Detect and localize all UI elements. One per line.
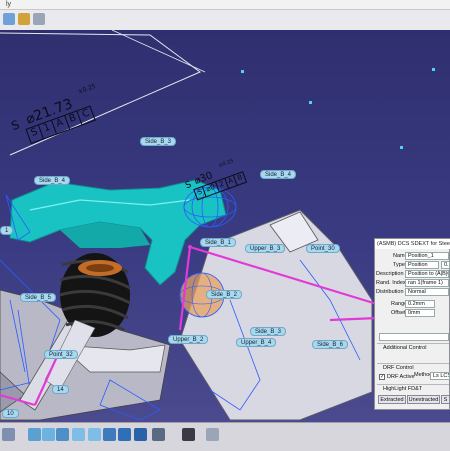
distribution-select[interactable]: Normal xyxy=(405,288,449,296)
gdt-symbol-s: S xyxy=(9,117,22,134)
gear-icon[interactable] xyxy=(33,13,45,25)
divider xyxy=(377,384,449,385)
highlight-label: HighLight FD&T xyxy=(383,386,423,392)
tag-side-b-4[interactable]: Side_B_4 xyxy=(34,176,71,185)
s-button[interactable]: S xyxy=(441,395,450,404)
type-extra-field[interactable]: 0.2 xyxy=(441,261,450,269)
top-toolbar xyxy=(0,10,450,31)
tag-upper-b-3[interactable]: Upper_B_3 xyxy=(245,244,286,253)
zoom-out-icon[interactable] xyxy=(88,428,101,441)
pointer-icon[interactable] xyxy=(206,428,219,441)
divider xyxy=(377,363,449,364)
rand-index-select[interactable]: ran 1(frame 1) xyxy=(405,279,449,287)
render-icon[interactable] xyxy=(152,428,165,441)
tag-upper-b-4[interactable]: Upper_B_4 xyxy=(236,338,277,347)
tag-side-b-3[interactable]: Side_B_3 xyxy=(140,137,177,146)
description-field[interactable]: Position to (A|B|C) xyxy=(405,270,449,278)
pan-icon[interactable] xyxy=(42,428,55,441)
tag-side-b-1[interactable]: Side_B_1 xyxy=(200,238,237,247)
scene-point xyxy=(432,68,435,71)
rand-index-label: Rand. Index xyxy=(376,280,406,286)
method-select[interactable]: Ls LCS xyxy=(430,372,450,380)
properties-panel: (ASMB) DCS SDEXT for Steering_k Name Pos… xyxy=(374,238,450,410)
drf-active-label: DRF Active xyxy=(387,374,415,380)
tag-side-b-3b[interactable]: Side_B_3 xyxy=(250,327,287,336)
additional-control-label: Additional Control xyxy=(383,345,427,351)
gdt-tolerance: ±0.25 xyxy=(76,82,97,96)
type-field[interactable]: Position xyxy=(405,261,439,269)
tag-side-b-2[interactable]: Side_B_2 xyxy=(206,290,243,299)
camera-icon[interactable] xyxy=(182,428,195,441)
extracted-button[interactable]: Extracted xyxy=(378,395,406,404)
tag-upper-b-2[interactable]: Upper_B_2 xyxy=(168,335,209,344)
tag-side-b-5[interactable]: Side_B_5 xyxy=(20,293,57,302)
type-label: Type xyxy=(393,262,405,268)
tag-14[interactable]: 14 xyxy=(52,385,69,394)
rotate-view-icon[interactable] xyxy=(56,428,69,441)
construction-line xyxy=(111,30,206,73)
unextracted-button[interactable]: Unextracted xyxy=(407,395,440,404)
select-icon[interactable] xyxy=(18,13,30,25)
name-field[interactable]: Position_1 xyxy=(405,252,449,260)
distribution-label: Distribution xyxy=(376,289,404,295)
tag-side-b-4b[interactable]: Side_B_4 xyxy=(260,170,297,179)
tag-point-30[interactable]: Point_30 xyxy=(306,244,340,253)
range-field[interactable]: 0.2mm xyxy=(405,300,435,308)
gdt-datum-b: B xyxy=(236,173,244,183)
window-title-bar: ly xyxy=(0,0,450,10)
fit-all-icon[interactable] xyxy=(103,428,116,441)
bottom-toolbar xyxy=(0,422,450,451)
rotate-icon[interactable] xyxy=(3,13,15,25)
constraint-point xyxy=(188,245,192,249)
offset-field[interactable]: 0mm xyxy=(405,309,435,317)
description-label: Description xyxy=(376,271,404,277)
tag-point-32[interactable]: Point_32 xyxy=(44,350,78,359)
tag-side-b-6[interactable]: Side_B_6 xyxy=(312,340,349,349)
divider xyxy=(377,343,449,344)
scene-point xyxy=(309,101,312,104)
drf-active-checkbox[interactable]: ✓ xyxy=(379,374,385,380)
tag-1[interactable]: 1 xyxy=(0,226,14,235)
zoom-in-icon[interactable] xyxy=(72,428,85,441)
offset-label: Offset xyxy=(391,310,406,316)
window-title: ly xyxy=(6,1,12,8)
home-icon[interactable] xyxy=(2,428,15,441)
panel-title: (ASMB) DCS SDEXT for Steering_k xyxy=(375,239,450,249)
tag-10[interactable]: 10 xyxy=(2,409,19,418)
drf-control-label: DRF Control xyxy=(383,365,414,371)
iso-view-icon[interactable] xyxy=(134,428,147,441)
move-icon[interactable] xyxy=(28,428,41,441)
view-cube-icon[interactable] xyxy=(118,428,131,441)
scene-point xyxy=(241,70,244,73)
blank-field[interactable] xyxy=(379,333,449,341)
scene-point xyxy=(400,146,403,149)
gdt-tolerance: ±0.25 xyxy=(217,158,235,169)
